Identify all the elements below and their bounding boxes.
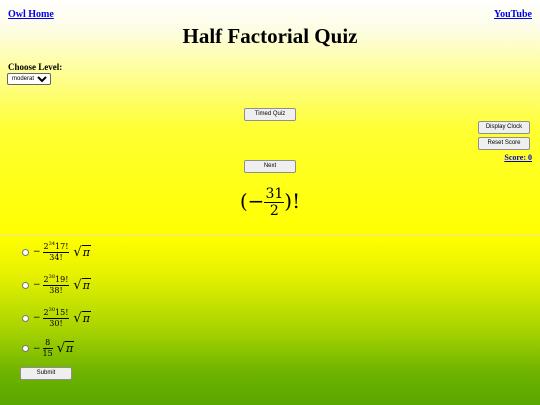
owl-home-link[interactable]: Owl Home [8, 9, 54, 20]
answer-expression-4: − 8 15 √π [33, 339, 75, 358]
answer-numerator: 23819! [42, 275, 70, 286]
answer-numerator: 23417! [42, 242, 70, 253]
sqrt-icon: √π [56, 341, 75, 356]
question-sign: − [247, 189, 265, 213]
radicand: π [81, 244, 91, 259]
numerator-factorial: 15! [55, 308, 69, 317]
answer-option-1[interactable]: − 23417! 34! √π [22, 242, 91, 262]
numerator-factorial: 17! [55, 242, 69, 251]
answer-option-4[interactable]: − 8 15 √π [22, 339, 75, 358]
level-label: Choose Level: [8, 62, 63, 72]
answer-numerator: 23015! [42, 308, 70, 319]
answer-fraction: 23819! 38! [42, 275, 70, 295]
score-label: Score: [504, 153, 526, 162]
answer-denominator: 38! [49, 286, 63, 295]
answer-expression-2: − 23819! 38! √π [33, 275, 91, 295]
answer-radio-4[interactable] [22, 345, 29, 352]
answer-fraction: 23417! 34! [42, 242, 70, 262]
answer-fraction: 23015! 30! [42, 308, 70, 328]
answer-fraction: 8 15 [42, 339, 53, 358]
question-expression: (− 31 2)! [0, 187, 540, 218]
answer-denominator: 30! [49, 319, 63, 328]
radicand: π [81, 277, 91, 292]
answer-expression-3: − 23015! 30! √π [33, 308, 91, 328]
left-paren: ( [239, 189, 248, 213]
answer-denominator: 15 [42, 349, 53, 358]
next-button[interactable]: Next [244, 160, 296, 173]
display-clock-button[interactable]: Display Clock [478, 121, 530, 134]
youtube-link[interactable]: YouTube [494, 9, 532, 20]
sqrt-icon: √π [73, 277, 91, 293]
page-title: Half Factorial Quiz [182, 24, 358, 48]
numerator-factorial: 19! [55, 275, 69, 284]
answer-option-2[interactable]: − 23819! 38! √π [22, 275, 91, 295]
factorial-symbol: ! [292, 189, 301, 213]
answer-option-3[interactable]: − 23015! 30! √π [22, 308, 91, 328]
answer-numerator: 8 [42, 339, 53, 349]
sqrt-icon: √π [73, 310, 91, 326]
answer-sign: − [33, 343, 41, 354]
answer-denominator: 34! [49, 253, 63, 262]
radicand: π [65, 341, 75, 355]
question-numerator: 31 [264, 186, 285, 203]
right-paren: ) [284, 189, 293, 213]
answer-radio-1[interactable] [22, 248, 29, 256]
timed-quiz-button[interactable]: Timed Quiz [244, 108, 296, 121]
sqrt-icon: √π [73, 244, 91, 260]
level-select[interactable]: moderate [7, 73, 51, 85]
answer-sign: − [33, 247, 41, 257]
score-display: Score: 0 [504, 153, 532, 162]
answer-expression-1: − 23417! 34! √π [33, 242, 91, 262]
answer-sign: − [33, 313, 41, 323]
answer-radio-3[interactable] [22, 314, 29, 322]
score-value: 0 [528, 153, 532, 162]
answer-radio-2[interactable] [22, 281, 29, 289]
answer-sign: − [33, 280, 41, 290]
reset-score-button[interactable]: Reset Score [478, 137, 530, 150]
submit-button[interactable]: Submit [20, 367, 72, 380]
question-fraction: 31 2 [264, 186, 285, 219]
question-denominator: 2 [269, 203, 279, 219]
radicand: π [81, 310, 91, 325]
